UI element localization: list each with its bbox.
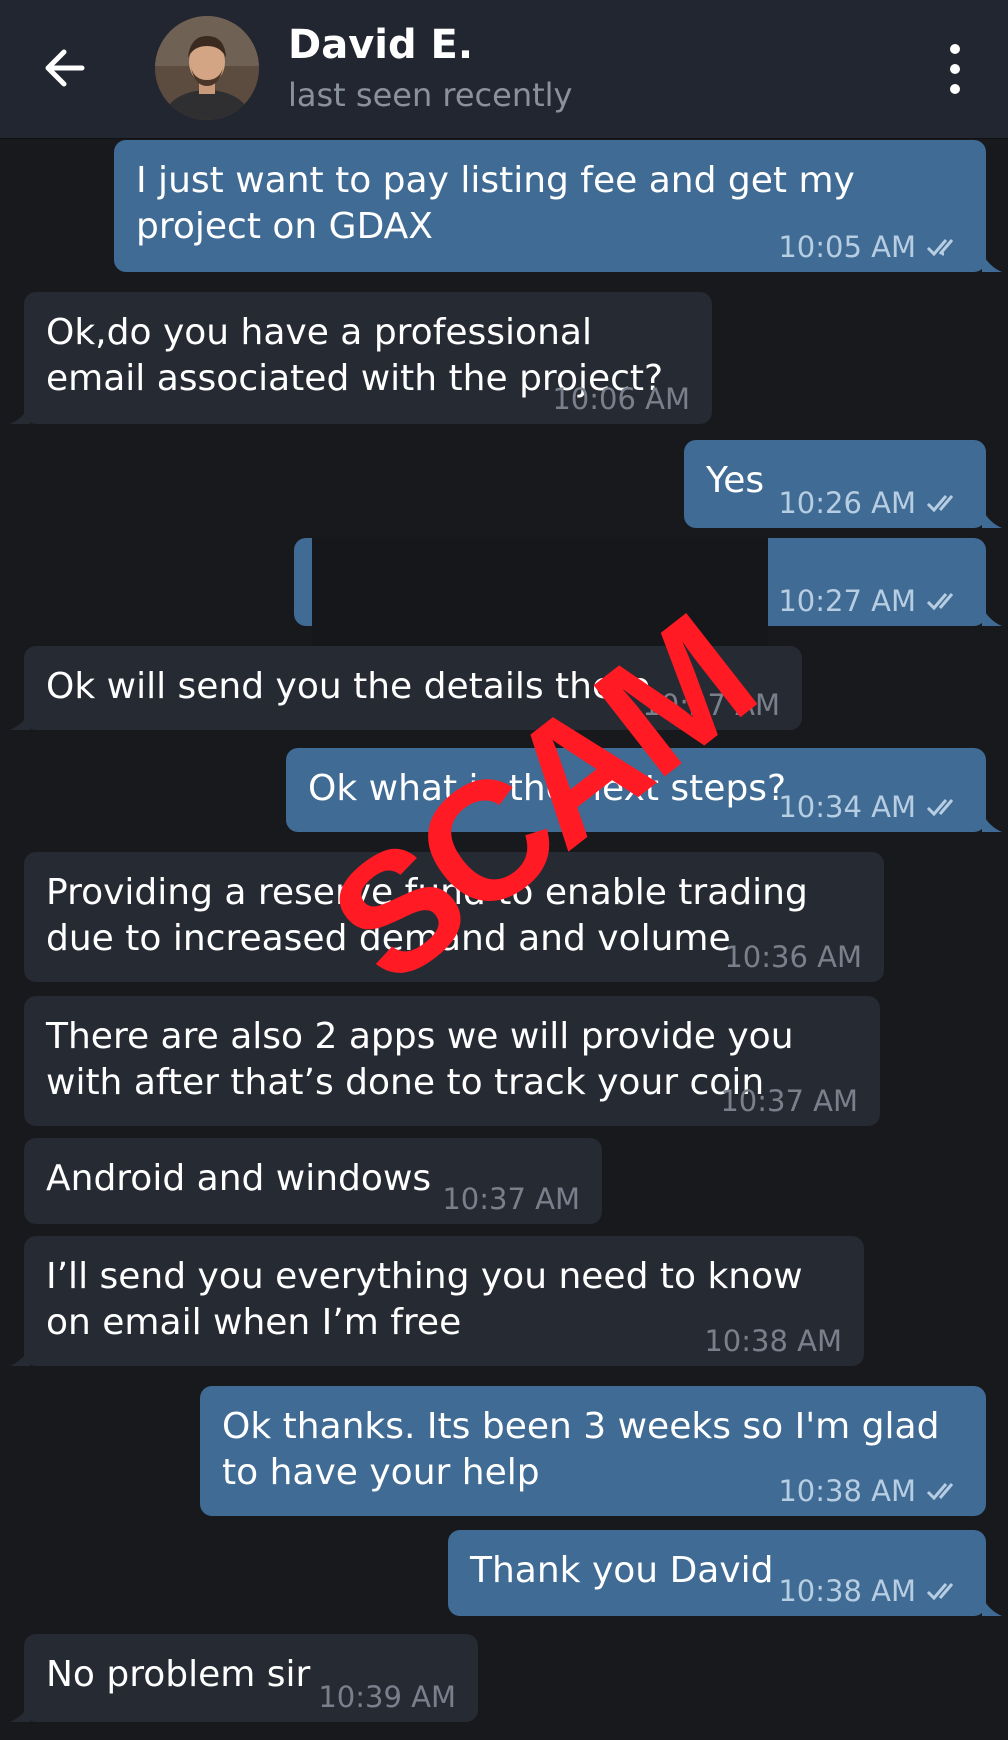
message-bubble-incoming[interactable]: I’ll send you everything you need to kno… [10,1236,864,1366]
chat-header: David E. last seen recently [0,0,1008,139]
double-check-icon [926,1483,954,1501]
message-bubble-outgoing[interactable]: Ok what is the next steps? 10:34 AM [286,748,1002,832]
message-bubble-outgoing[interactable]: Thank you David 10:38 AM [448,1530,1002,1616]
message-time: 10:36 AM [724,940,862,974]
message-time: 10:37 AM [442,1182,580,1216]
message-time: 10:38 AM [778,1474,916,1508]
message-time: 10:38 AM [704,1324,842,1358]
message-bubble-outgoing[interactable]: Yes 10:26 AM [684,440,1002,528]
message-time: 10:34 AM [778,790,916,824]
message-time: 10:38 AM [778,1574,916,1608]
message-bubble-incoming[interactable]: No problem sir 10:39 AM [10,1634,478,1722]
message-time: 10:05 AM [778,230,916,264]
message-bubble-outgoing[interactable]: Ok thanks. Its been 3 weeks so I'm glad … [200,1386,986,1516]
message-time: 10:37 AM [720,1084,858,1118]
double-check-icon [926,1583,954,1601]
message-bubble-incoming[interactable]: Ok,do you have a professional email asso… [10,292,712,424]
message-time: 10:27 AM [642,688,780,722]
message-bubble-incoming[interactable]: There are also 2 apps we will provide yo… [24,996,880,1126]
contact-status: last seen recently [288,76,573,114]
message-bubble-incoming[interactable]: Ok will send you the details there 10:27… [10,646,802,730]
more-vertical-icon[interactable] [940,44,970,94]
message-bubble-incoming[interactable]: Providing a reserve fund to enable tradi… [24,852,884,982]
message-time: 10:39 AM [318,1680,456,1714]
arrow-left-icon [45,49,85,87]
avatar[interactable] [155,16,259,120]
message-time: 10:27 AM [778,584,916,618]
back-button[interactable] [36,40,92,96]
double-check-icon [926,239,954,257]
message-time: 10:06 AM [552,382,690,416]
message-time: 10:26 AM [778,486,916,520]
double-check-icon [926,799,954,817]
message-bubble-outgoing[interactable]: I just want to pay listing fee and get m… [114,140,1002,272]
contact-name[interactable]: David E. [288,22,473,68]
double-check-icon [926,495,954,513]
redaction-block [312,537,768,647]
contact-photo [155,16,259,120]
message-bubble-incoming[interactable]: Android and windows 10:37 AM [24,1138,602,1224]
double-check-icon [926,593,954,611]
